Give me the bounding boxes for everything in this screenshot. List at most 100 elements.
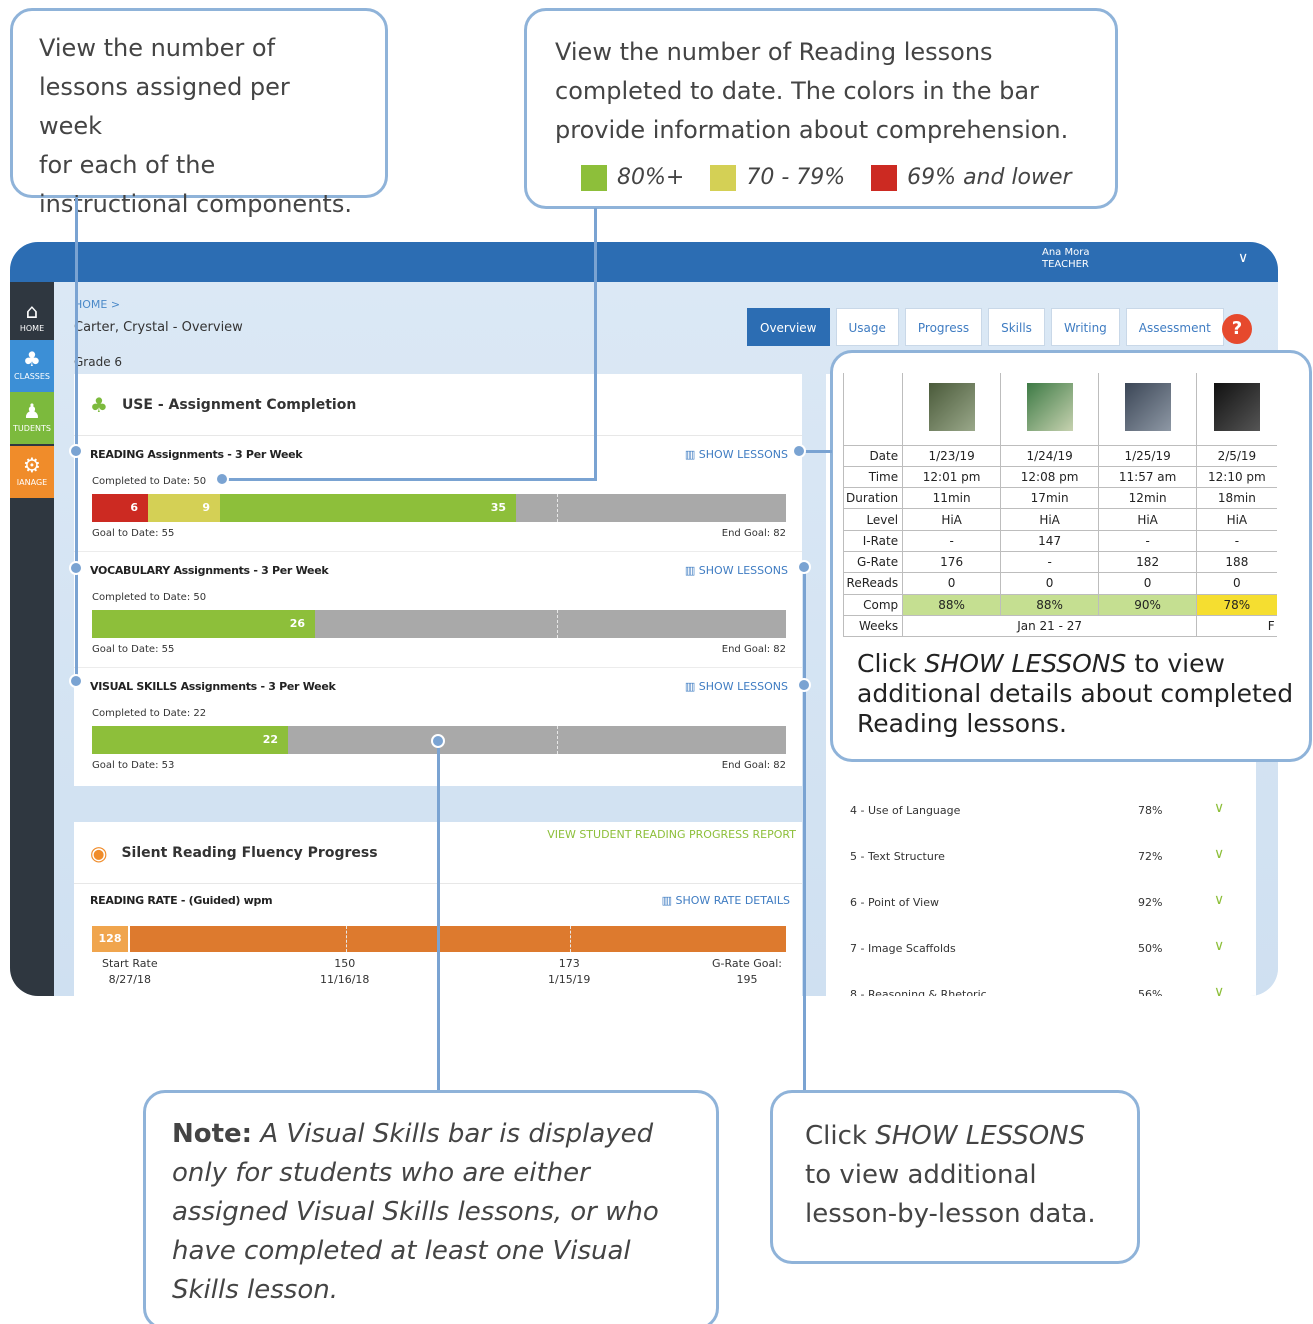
connector-dot <box>69 674 83 688</box>
table-cell: 2/5/19 <box>1196 444 1277 467</box>
bar-chart-icon: ▥ <box>684 564 699 577</box>
goal-to-date: Goal to Date: 53 <box>92 760 175 771</box>
callout-show-lessons: Click SHOW LESSONS to view additional le… <box>770 1090 1140 1264</box>
click-lead: Click <box>805 1121 876 1151</box>
card-header: ♣ USE - Assignment Completion <box>74 374 802 436</box>
callout-line: for each of the <box>39 151 216 179</box>
show-lessons-label: SHOW LESSONS <box>698 680 788 693</box>
table-cell: 182 <box>1098 550 1198 574</box>
help-icon[interactable]: ? <box>1222 314 1252 344</box>
show-lessons-label: SHOW LESSONS <box>698 564 788 577</box>
chevron-down-icon[interactable]: ∨ <box>1214 938 1224 954</box>
tab-overview[interactable]: Overview <box>747 308 830 346</box>
rate-label-date: 195 <box>736 973 758 986</box>
chevron-down-icon[interactable]: ∨ <box>1238 250 1248 266</box>
sidebar-item-manage[interactable]: ⚙ IANAGE <box>10 446 54 498</box>
table-cell: 12:08 pm <box>1000 465 1100 489</box>
view-progress-report-link[interactable]: VIEW STUDENT READING PROGRESS REPORT <box>547 828 796 841</box>
connector-dot <box>431 734 445 748</box>
table-cell: 0 <box>1098 572 1198 595</box>
goal-marker <box>557 726 558 754</box>
show-rate-details-link[interactable]: ▥ SHOW RATE DETAILS <box>662 894 790 907</box>
row-label: Level <box>842 508 904 531</box>
breadcrumb[interactable]: HOME > <box>74 298 120 311</box>
tab-skills[interactable]: Skills <box>988 308 1045 346</box>
legend-label: 69% and lower <box>907 165 1072 190</box>
end-goal: End Goal: 82 <box>721 528 786 539</box>
chevron-down-icon[interactable]: ∨ <box>1214 800 1224 816</box>
connector-line <box>803 566 806 1092</box>
table-cell: 17min <box>1000 487 1100 510</box>
skill-row[interactable]: 6 - Point of View 92% ∨ <box>826 880 1256 926</box>
show-lessons-link[interactable]: ▥ SHOW LESSONS <box>685 564 788 577</box>
skill-row[interactable]: 8 - Reasoning & Rhetoric 56% ∨ <box>826 972 1256 996</box>
show-lessons-label: SHOW LESSONS <box>698 448 788 461</box>
tab-progress[interactable]: Progress <box>904 308 983 346</box>
rate-label-date: 1/15/19 <box>548 973 591 986</box>
callout-line: completed to date. The colors in the bar <box>555 77 1039 105</box>
tab-usage[interactable]: Usage <box>835 308 899 346</box>
skill-name: 4 - Use of Language <box>850 804 961 817</box>
chevron-down-icon[interactable]: ∨ <box>1214 846 1224 862</box>
tab-writing[interactable]: Writing <box>1050 308 1120 346</box>
lesson-thumbnail[interactable] <box>1124 383 1171 432</box>
rate-label-top: 150 <box>334 957 356 970</box>
section-title: VISUAL SKILLS Assignments - 3 Per Week <box>90 680 336 693</box>
completed-to-date: Completed to Date: 22 <box>92 708 207 719</box>
table-cell <box>1098 373 1198 446</box>
sidebar-item-home[interactable]: ⌂ HOME <box>10 292 54 344</box>
week-next: F <box>1196 614 1277 638</box>
callout-line: View the number of Reading lessons <box>555 38 993 66</box>
completed-to-date: Completed to Date: 50 <box>92 592 207 603</box>
callout-visual-skills-note: Note: A Visual Skills bar is displayed o… <box>143 1090 719 1324</box>
connector-dot <box>797 560 811 574</box>
table-cell: 188 <box>1196 550 1277 574</box>
table-row: ReReads 0 0 0 0 <box>842 572 1277 595</box>
table-cell <box>1196 373 1277 446</box>
eye-icon: ◉ <box>90 840 108 865</box>
skill-row[interactable]: 5 - Text Structure 72% ∨ <box>826 834 1256 880</box>
show-lessons-link[interactable]: ▥ SHOW LESSONS <box>685 448 788 461</box>
row-label: I-Rate <box>842 529 904 552</box>
lesson-thumbnail[interactable] <box>928 383 975 432</box>
table-cell: HiA <box>902 508 1002 531</box>
lesson-thumbnail[interactable] <box>1026 383 1073 432</box>
callout-reading-completed: View the number of Reading lessons compl… <box>524 8 1118 209</box>
caption-lead: Click <box>857 649 925 678</box>
table-cell: 12:10 pm <box>1196 465 1277 489</box>
user-menu[interactable]: Ana Mora TEACHER <box>1042 247 1089 271</box>
legend-swatch-red <box>871 164 898 191</box>
callout-lessons-per-week: View the number of lessons assigned per … <box>10 8 388 218</box>
skill-row[interactable]: 7 - Image Scaffolds 50% ∨ <box>826 926 1256 972</box>
note-label: Note: <box>172 1119 253 1149</box>
row-label: ReReads <box>842 572 904 595</box>
click-emphasis: SHOW LESSONS <box>875 1121 1086 1151</box>
table-row: Time 12:01 pm 12:08 pm 11:57 am 12:10 pm <box>842 465 1277 489</box>
lesson-thumbnail[interactable] <box>1213 383 1260 432</box>
rate-marker <box>570 926 571 952</box>
show-lessons-link[interactable]: ▥ SHOW LESSONS <box>685 680 788 693</box>
skill-percent: 56% <box>1138 988 1163 996</box>
gear-icon: ⚙ <box>23 453 41 477</box>
end-goal: End Goal: 82 <box>721 760 786 771</box>
table-cell: 12min <box>1098 487 1198 510</box>
sidebar: ⌂ HOME ♣ CLASSES ♟ TUDENTS ⚙ IANAGE <box>10 282 54 996</box>
comprehension-legend: 80%+ 70 - 79% 69% and lower <box>555 158 1087 197</box>
sidebar-item-classes[interactable]: ♣ CLASSES <box>10 340 54 392</box>
sidebar-item-students[interactable]: ♟ TUDENTS <box>10 392 54 444</box>
table-cell: HiA <box>1098 508 1198 531</box>
end-goal: End Goal: 82 <box>721 644 786 655</box>
chevron-down-icon[interactable]: ∨ <box>1214 984 1224 996</box>
rate-marker <box>346 926 347 952</box>
rate-label: Start Rate 8/27/18 <box>102 956 158 988</box>
table-row: Date 1/23/19 1/24/19 1/25/19 2/5/19 <box>842 444 1277 467</box>
week-range: Jan 21 - 27 <box>902 614 1198 638</box>
table-cell: - <box>1196 529 1277 552</box>
tab-assessment[interactable]: Assessment <box>1125 308 1224 346</box>
skill-percent: 50% <box>1138 942 1163 955</box>
chevron-down-icon[interactable]: ∨ <box>1214 892 1224 908</box>
row-label: Weeks <box>842 614 904 638</box>
show-rate-details-label: SHOW RATE DETAILS <box>675 894 791 907</box>
skill-row[interactable]: 4 - Use of Language 78% ∨ <box>826 788 1256 834</box>
goal-to-date: Goal to Date: 55 <box>92 528 175 539</box>
